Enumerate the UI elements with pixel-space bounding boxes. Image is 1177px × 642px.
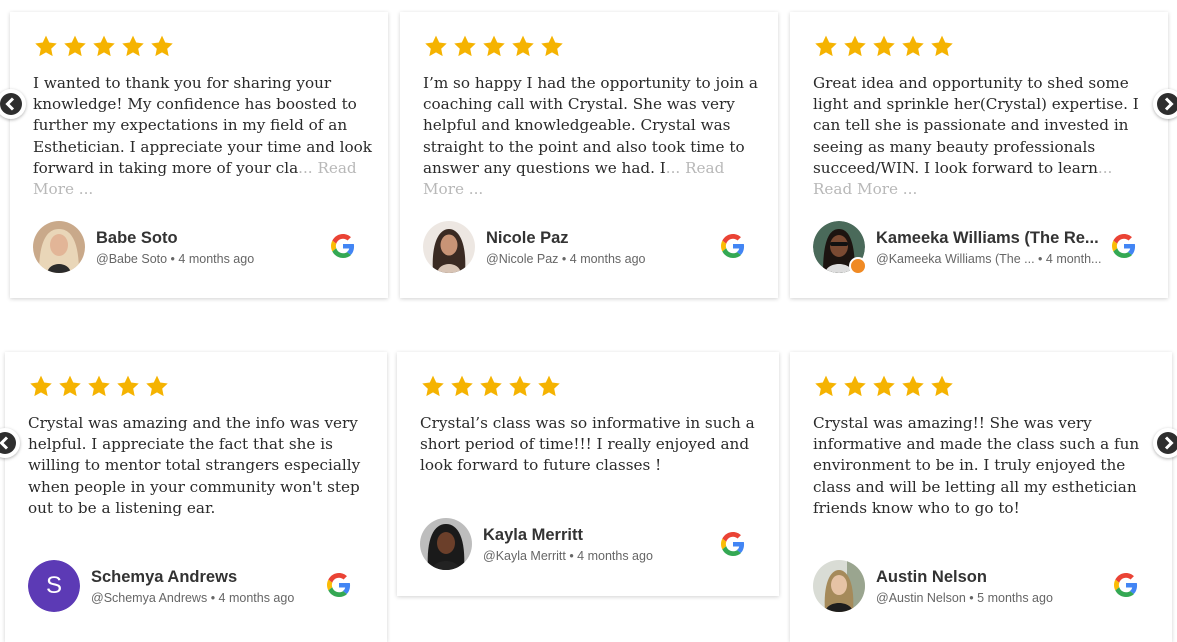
review-card: Great idea and opportunity to shed some … <box>790 12 1168 298</box>
reviewer-name[interactable]: Nicole Paz <box>486 229 716 248</box>
star-icon <box>929 34 955 59</box>
review-card: Crystal was amazing and the info was ver… <box>5 352 387 642</box>
star-icon <box>900 374 926 399</box>
star-icon <box>144 374 170 399</box>
star-icon <box>452 34 478 59</box>
star-icon <box>539 34 565 59</box>
google-icon <box>327 573 351 597</box>
star-rating <box>813 374 955 399</box>
review-card: I’m so happy I had the opportunity to jo… <box>400 12 778 298</box>
review-author: Kayla Merritt @Kayla Merritt • 4 months … <box>420 518 713 570</box>
star-icon <box>510 34 536 59</box>
star-icon <box>423 34 449 59</box>
carousel-prev-button[interactable] <box>0 428 20 458</box>
review-meta: @Schemya Andrews • 4 months ago <box>91 590 295 605</box>
google-icon <box>331 234 355 258</box>
avatar: S <box>28 560 80 612</box>
star-icon <box>28 374 54 399</box>
chevron-left-icon <box>0 432 16 454</box>
review-meta: @Austin Nelson • 5 months ago <box>876 590 1053 605</box>
star-icon <box>871 34 897 59</box>
avatar-initial: S <box>28 560 80 612</box>
review-author: Babe Soto @Babe Soto • 4 months ago <box>33 221 326 273</box>
star-icon <box>120 34 146 59</box>
star-rating <box>423 34 565 59</box>
review-card: Crystal’s class was so informative in su… <box>397 352 779 596</box>
review-author: S Schemya Andrews @Schemya Andrews • 4 m… <box>28 560 321 612</box>
star-icon <box>449 374 475 399</box>
star-icon <box>813 374 839 399</box>
star-icon <box>481 34 507 59</box>
star-icon <box>91 34 117 59</box>
star-rating <box>28 374 170 399</box>
review-text: Crystal was amazing!! She was very infor… <box>813 414 1140 517</box>
star-icon <box>536 374 562 399</box>
star-icon <box>813 34 839 59</box>
chevron-left-icon <box>0 93 22 115</box>
local-guide-badge <box>849 257 867 275</box>
review-meta: @Nicole Paz • 4 months ago <box>486 251 646 266</box>
carousel-prev-button[interactable] <box>0 89 26 119</box>
avatar <box>813 560 865 612</box>
star-rating <box>33 34 175 59</box>
reviewer-name[interactable]: Kayla Merritt <box>483 526 713 545</box>
review-text: I wanted to thank you for sharing your k… <box>33 74 372 199</box>
star-icon <box>871 374 897 399</box>
star-icon <box>33 34 59 59</box>
star-rating <box>420 374 562 399</box>
review-text: I’m so happy I had the opportunity to jo… <box>423 74 758 199</box>
review-card: I wanted to thank you for sharing your k… <box>10 12 388 298</box>
review-author: Nicole Paz @Nicole Paz • 4 months ago <box>423 221 716 273</box>
star-icon <box>57 374 83 399</box>
avatar <box>423 221 475 273</box>
reviewer-name[interactable]: Schemya Andrews <box>91 568 321 587</box>
google-icon <box>721 234 745 258</box>
star-icon <box>507 374 533 399</box>
star-icon <box>929 374 955 399</box>
carousel-next-button[interactable] <box>1153 89 1177 119</box>
star-icon <box>86 374 112 399</box>
reviewer-name[interactable]: Austin Nelson <box>876 568 1106 587</box>
review-meta: @Kameeka Williams (The ... • 4 month... <box>876 251 1102 266</box>
review-meta: @Kayla Merritt • 4 months ago <box>483 548 653 563</box>
star-icon <box>900 34 926 59</box>
review-text: Crystal was amazing and the info was ver… <box>28 414 361 517</box>
chevron-right-icon <box>1157 432 1177 454</box>
carousel-next-button[interactable] <box>1153 428 1177 458</box>
star-icon <box>149 34 175 59</box>
avatar <box>813 221 867 275</box>
google-icon <box>1112 234 1136 258</box>
avatar <box>420 518 472 570</box>
star-icon <box>478 374 504 399</box>
review-meta: @Babe Soto • 4 months ago <box>96 251 255 266</box>
reviewer-name[interactable]: Babe Soto <box>96 229 326 248</box>
star-icon <box>842 34 868 59</box>
review-author: Kameeka Williams (The Re... @Kameeka Wil… <box>813 221 1106 275</box>
review-text: Great idea and opportunity to shed some … <box>813 74 1139 199</box>
review-author: Austin Nelson @Austin Nelson • 5 months … <box>813 560 1106 612</box>
star-icon <box>842 374 868 399</box>
star-icon <box>62 34 88 59</box>
google-icon <box>1114 573 1138 597</box>
star-rating <box>813 34 955 59</box>
chevron-right-icon <box>1157 93 1177 115</box>
review-card: Crystal was amazing!! She was very infor… <box>790 352 1172 642</box>
star-icon <box>420 374 446 399</box>
google-icon <box>721 532 745 556</box>
review-text: Crystal’s class was so informative in su… <box>420 414 755 475</box>
avatar <box>33 221 85 273</box>
star-icon <box>115 374 141 399</box>
reviewer-name[interactable]: Kameeka Williams (The Re... <box>876 229 1106 248</box>
